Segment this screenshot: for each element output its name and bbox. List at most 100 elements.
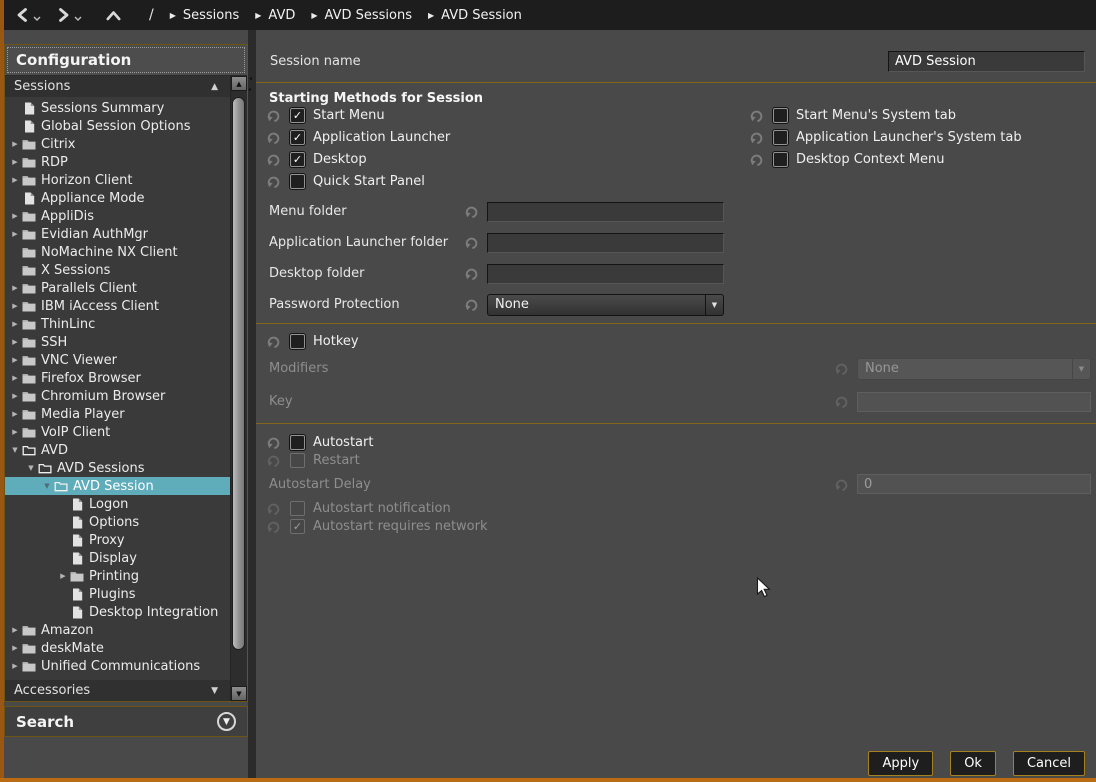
accessories-accordion-header[interactable]: Accessories ▼ [5, 680, 230, 701]
tree-item[interactable]: ▶Citrix [5, 135, 230, 153]
cancel-button[interactable]: Cancel [1013, 751, 1085, 776]
reset-button[interactable] [267, 435, 282, 449]
back-history-dropdown-icon[interactable] [33, 16, 41, 21]
tree-item[interactable]: ▶Printing [5, 567, 230, 585]
tree-item[interactable]: Global Session Options [5, 117, 230, 135]
tree-item[interactable]: ▶AppliDis [5, 207, 230, 225]
scrollbar-track[interactable] [231, 91, 247, 686]
tree-item[interactable]: ▶Firefox Browser [5, 369, 230, 387]
breadcrumb-item[interactable]: ▶Sessions [170, 8, 240, 23]
quick-start-panel-checkbox[interactable] [290, 174, 305, 189]
desktop-context-menu-checkbox[interactable] [773, 152, 788, 167]
reset-button[interactable] [267, 152, 282, 166]
tree-expander-icon[interactable]: ▶ [9, 302, 21, 310]
reset-button[interactable] [750, 108, 765, 122]
tree-item[interactable]: Logon [5, 495, 230, 513]
tree-item[interactable]: Proxy [5, 531, 230, 549]
tree-expander-icon[interactable]: ▶ [9, 176, 21, 184]
tree-expander-icon[interactable]: ▶ [9, 320, 21, 328]
application-launcher-checkbox[interactable]: ✓ [290, 130, 305, 145]
reset-button[interactable] [267, 174, 282, 188]
tree-item[interactable]: Options [5, 513, 230, 531]
tree-expander-icon[interactable]: ▶ [9, 662, 21, 670]
panel-splitter[interactable]: ◂ ▸ [248, 30, 256, 778]
tree-expander-icon[interactable]: ▶ [9, 338, 21, 346]
breadcrumb-item[interactable]: ▶AVD Sessions [311, 8, 412, 23]
tree-item[interactable]: ▼AVD [5, 441, 230, 459]
reset-button[interactable] [465, 205, 480, 219]
tree-item[interactable]: Display [5, 549, 230, 567]
password-protection-select[interactable]: None▼ [487, 294, 724, 316]
reset-button[interactable] [465, 267, 480, 281]
tree-item[interactable]: Plugins [5, 585, 230, 603]
autostart-checkbox[interactable] [290, 435, 305, 450]
tree-expander-icon[interactable]: ▶ [9, 356, 21, 364]
tree-item[interactable]: NoMachine NX Client [5, 243, 230, 261]
session-name-input[interactable] [888, 51, 1085, 72]
tree-item[interactable]: ▶SSH [5, 333, 230, 351]
up-level-icon[interactable] [106, 10, 121, 21]
scrollbar-thumb[interactable] [232, 97, 245, 650]
tree-expander-icon[interactable]: ▼ [25, 464, 37, 472]
tree-item[interactable]: ▶IBM iAccess Client [5, 297, 230, 315]
tree-item[interactable]: ▶VoIP Client [5, 423, 230, 441]
tree-expander-icon[interactable]: ▶ [9, 284, 21, 292]
tree-item[interactable]: ▶Chromium Browser [5, 387, 230, 405]
tree-item[interactable]: Desktop Integration [5, 603, 230, 621]
tree-expander-icon[interactable]: ▶ [9, 230, 21, 238]
tree-item[interactable]: ▶Unified Communications [5, 657, 230, 675]
reset-button[interactable] [750, 152, 765, 166]
back-icon[interactable] [16, 8, 29, 22]
start-menu-s-system-tab-checkbox[interactable] [773, 108, 788, 123]
tree-item[interactable]: ▶Media Player [5, 405, 230, 423]
breadcrumb-item[interactable]: ▶AVD Session [428, 8, 522, 23]
start-menu-checkbox[interactable]: ✓ [290, 108, 305, 123]
tree-expander-icon[interactable]: ▶ [9, 428, 21, 436]
select-arrow-button[interactable]: ▼ [705, 295, 723, 315]
tree-expander-icon[interactable]: ▶ [57, 572, 69, 580]
desktop-folder-input[interactable] [487, 264, 724, 284]
tree-expander-icon[interactable]: ▶ [9, 140, 21, 148]
tree-item[interactable]: ▶Parallels Client [5, 279, 230, 297]
tree-expander-icon[interactable]: ▶ [9, 410, 21, 418]
breadcrumb-item[interactable]: ▶AVD [255, 8, 295, 23]
apply-button[interactable]: Apply [868, 751, 933, 776]
tree-item[interactable]: ▶RDP [5, 153, 230, 171]
tree-item[interactable]: ▶deskMate [5, 639, 230, 657]
application-launcher-folder-input[interactable] [487, 233, 724, 253]
scroll-down-button[interactable]: ▼ [231, 686, 247, 701]
tree-expander-icon[interactable]: ▶ [9, 374, 21, 382]
tree-item[interactable]: Appliance Mode [5, 189, 230, 207]
tree-item[interactable]: ▶VNC Viewer [5, 351, 230, 369]
forward-history-dropdown-icon[interactable] [74, 16, 82, 21]
tree-expander-icon[interactable]: ▼ [41, 482, 53, 490]
reset-button[interactable] [267, 130, 282, 144]
tree-expander-icon[interactable]: ▼ [9, 446, 21, 454]
tree-item[interactable]: ▶Evidian AuthMgr [5, 225, 230, 243]
sessions-accordion-header[interactable]: Sessions ▲ [5, 76, 230, 97]
tree-expander-icon[interactable]: ▶ [9, 158, 21, 166]
tree-scrollbar[interactable]: ▲ ▼ [230, 76, 247, 701]
tree-item[interactable]: ▶ThinLinc [5, 315, 230, 333]
ok-button[interactable]: Ok [950, 751, 996, 776]
desktop-checkbox[interactable]: ✓ [290, 152, 305, 167]
tree-expander-icon[interactable]: ▶ [9, 626, 21, 634]
tree-item[interactable]: X Sessions [5, 261, 230, 279]
tree-expander-icon[interactable]: ▶ [9, 644, 21, 652]
menu-folder-input[interactable] [487, 202, 724, 222]
path-root[interactable]: / [149, 7, 154, 23]
reset-button[interactable] [750, 130, 765, 144]
tree-item[interactable]: ▼AVD Sessions [5, 459, 230, 477]
hotkey-checkbox[interactable] [290, 334, 305, 349]
tree-expander-icon[interactable]: ▶ [9, 212, 21, 220]
search-collapse-button[interactable]: ▼ [217, 712, 236, 731]
reset-button[interactable] [465, 298, 480, 312]
tree-item[interactable]: ▶Horizon Client [5, 171, 230, 189]
application-launcher-s-system-tab-checkbox[interactable] [773, 130, 788, 145]
reset-button[interactable] [267, 108, 282, 122]
reset-button[interactable] [465, 236, 480, 250]
forward-icon[interactable] [57, 8, 70, 22]
tree-item-selected[interactable]: ▼AVD Session [5, 477, 230, 495]
scroll-up-button[interactable]: ▲ [231, 76, 247, 91]
tree-item[interactable]: ▶Amazon [5, 621, 230, 639]
